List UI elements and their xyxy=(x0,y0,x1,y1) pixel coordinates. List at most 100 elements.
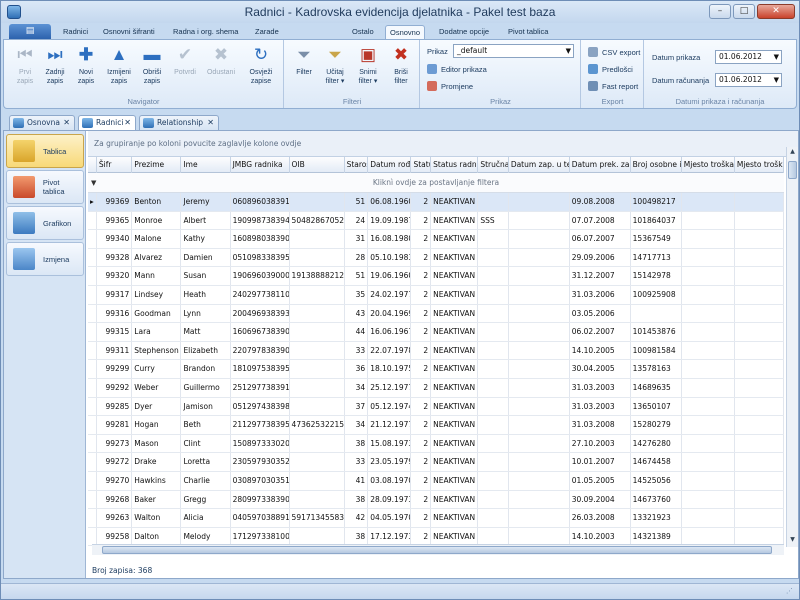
table-cell[interactable]: 101453876 xyxy=(631,323,682,341)
table-cell[interactable]: 2809973383907 xyxy=(231,490,290,509)
table-cell[interactable]: 2 xyxy=(411,471,432,490)
table-cell[interactable]: 2 xyxy=(411,397,432,416)
table-cell[interactable]: NEAKTIVAN xyxy=(431,285,479,304)
table-cell[interactable]: 2 xyxy=(411,193,432,211)
table-cell[interactable]: 0512974383986 xyxy=(231,397,290,416)
table-cell[interactable] xyxy=(682,267,735,285)
table-cell[interactable]: NEAKTIVAN xyxy=(431,416,479,434)
close-button[interactable]: ✕ xyxy=(757,4,795,19)
table-cell[interactable]: Monroe xyxy=(132,211,182,230)
table-row[interactable]: 99365 Monroe Albert 1909987383943 5048286705… xyxy=(88,211,784,231)
table-cell[interactable]: 99340 xyxy=(97,230,133,248)
table-cell[interactable]: 0608960383913 xyxy=(231,193,290,211)
table-cell[interactable] xyxy=(478,434,509,453)
table-cell[interactable] xyxy=(682,211,735,230)
table-cell[interactable] xyxy=(682,341,735,360)
editor-prikaza-button[interactable]: Editor prikaza xyxy=(427,64,487,74)
cancel-button[interactable]: ✖ Odustani xyxy=(206,45,236,77)
table-cell[interactable]: 99281 xyxy=(97,416,133,434)
refresh-button[interactable]: ↻ Osvježi zapise xyxy=(246,45,276,86)
table-cell[interactable]: 44 xyxy=(345,323,369,341)
table-cell[interactable] xyxy=(290,360,345,378)
table-cell[interactable] xyxy=(735,304,784,323)
table-cell[interactable]: Curry xyxy=(132,360,182,378)
table-cell[interactable]: 0510983383953 xyxy=(231,248,290,267)
table-cell[interactable]: 19.09.1987 xyxy=(368,211,412,230)
delete-record-button[interactable]: ▬ Obriši zapis xyxy=(137,45,167,86)
table-cell[interactable]: Hogan xyxy=(132,416,182,434)
table-cell[interactable] xyxy=(478,471,509,490)
table-cell[interactable]: 09.08.2008 xyxy=(570,193,631,211)
table-cell[interactable]: 101864037 xyxy=(631,211,682,230)
table-cell[interactable]: Lindsey xyxy=(132,285,182,304)
column-header[interactable]: Statu xyxy=(411,157,432,173)
table-cell[interactable]: 1608980383905 xyxy=(231,230,290,248)
view-pivot-button[interactable]: Pivot tablica xyxy=(6,170,84,204)
table-cell[interactable]: 06.08.1960 xyxy=(368,193,412,211)
table-cell[interactable]: 07.07.2008 xyxy=(570,211,631,230)
horizontal-scrollbar[interactable] xyxy=(92,544,784,555)
table-cell[interactable]: 47362532215 xyxy=(290,416,345,434)
table-cell[interactable] xyxy=(735,285,784,304)
vertical-scroll-thumb[interactable] xyxy=(788,161,797,179)
table-cell[interactable]: 38 xyxy=(345,490,369,509)
table-cell[interactable] xyxy=(290,397,345,416)
table-cell[interactable]: NEAKTIVAN xyxy=(431,211,479,230)
table-cell[interactable]: Malone xyxy=(132,230,182,248)
tab-dodatne-opcije[interactable]: Dodatne opcije xyxy=(435,25,493,40)
new-record-button[interactable]: ✚ Novi zapis xyxy=(71,45,101,86)
table-cell[interactable] xyxy=(290,304,345,323)
table-cell[interactable]: 99292 xyxy=(97,378,133,397)
table-cell[interactable]: Lynn xyxy=(181,304,231,323)
table-cell[interactable] xyxy=(290,285,345,304)
table-cell[interactable] xyxy=(509,378,570,397)
table-cell[interactable]: NEAKTIVAN xyxy=(431,471,479,490)
table-row[interactable]: 99270 Hawkins Charlie 0308970303515 41 03.08.… xyxy=(88,471,784,491)
table-cell[interactable] xyxy=(478,230,509,248)
table-cell[interactable]: 30.04.2005 xyxy=(570,360,631,378)
table-cell[interactable]: Albert xyxy=(181,211,231,230)
table-row[interactable]: ▸ 99369 Benton Jeremy 0608960383913 51 06.08.1… xyxy=(88,193,784,212)
doc-tab-relationship[interactable]: Relationship ✕ xyxy=(139,115,219,131)
table-cell[interactable]: 2 xyxy=(411,360,432,378)
table-cell[interactable]: Damien xyxy=(181,248,231,267)
table-cell[interactable] xyxy=(478,248,509,267)
table-cell[interactable]: 99285 xyxy=(97,397,133,416)
table-cell[interactable]: Weber xyxy=(132,378,182,397)
view-grafikon-button[interactable]: Grafikon xyxy=(6,206,84,240)
table-cell[interactable]: 2 xyxy=(411,341,432,360)
table-row[interactable]: 99281 Hogan Beth 2112977383951 47362532215 34… xyxy=(88,416,784,435)
table-cell[interactable]: 99328 xyxy=(97,248,133,267)
column-header[interactable]: Broj osobne is xyxy=(631,157,682,173)
table-cell[interactable]: 03.08.1970 xyxy=(368,471,412,490)
table-row[interactable]: 99263 Walton Alicia 0405970388915 5917134558… xyxy=(88,509,784,528)
table-cell[interactable]: 99320 xyxy=(97,267,133,285)
tab-osnovni-sifranti[interactable]: Osnovni šifranti xyxy=(99,25,159,40)
table-cell[interactable]: 34 xyxy=(345,416,369,434)
table-row[interactable]: 99316 Goodman Lynn 2004969383937 43 20.04.196… xyxy=(88,304,784,324)
table-row[interactable]: 99340 Malone Kathy 1608980383905 31 16.08.198… xyxy=(88,230,784,249)
filter-button[interactable]: ⏷ Filter xyxy=(289,45,319,77)
table-cell[interactable]: NEAKTIVAN xyxy=(431,397,479,416)
table-cell[interactable]: 24.02.1977 xyxy=(368,285,412,304)
table-cell[interactable]: 2 xyxy=(411,267,432,285)
table-cell[interactable]: 38 xyxy=(345,527,369,546)
table-cell[interactable]: 06.07.2007 xyxy=(570,230,631,248)
group-panel[interactable]: Za grupiranje po koloni povucite zaglavl… xyxy=(88,131,798,157)
table-cell[interactable] xyxy=(478,509,509,527)
table-cell[interactable]: 01.05.2005 xyxy=(570,471,631,490)
table-row[interactable]: 99285 Dyer Jamison 0512974383986 37 05.12.197… xyxy=(88,397,784,417)
table-cell[interactable] xyxy=(509,434,570,453)
table-cell[interactable] xyxy=(509,193,570,211)
table-cell[interactable]: 36 xyxy=(345,360,369,378)
column-header[interactable]: Datum zap. u tek. xyxy=(509,157,570,173)
table-cell[interactable] xyxy=(682,490,735,509)
table-cell[interactable]: Alvarez xyxy=(132,248,182,267)
table-cell[interactable]: Matt xyxy=(181,323,231,341)
table-cell[interactable]: Jamison xyxy=(181,397,231,416)
table-cell[interactable]: 100981584 xyxy=(631,341,682,360)
column-header[interactable]: Prezime xyxy=(132,157,182,173)
table-cell[interactable]: 13321923 xyxy=(631,509,682,527)
table-cell[interactable]: Jeremy xyxy=(181,193,231,211)
table-cell[interactable]: 31.12.2007 xyxy=(570,267,631,285)
